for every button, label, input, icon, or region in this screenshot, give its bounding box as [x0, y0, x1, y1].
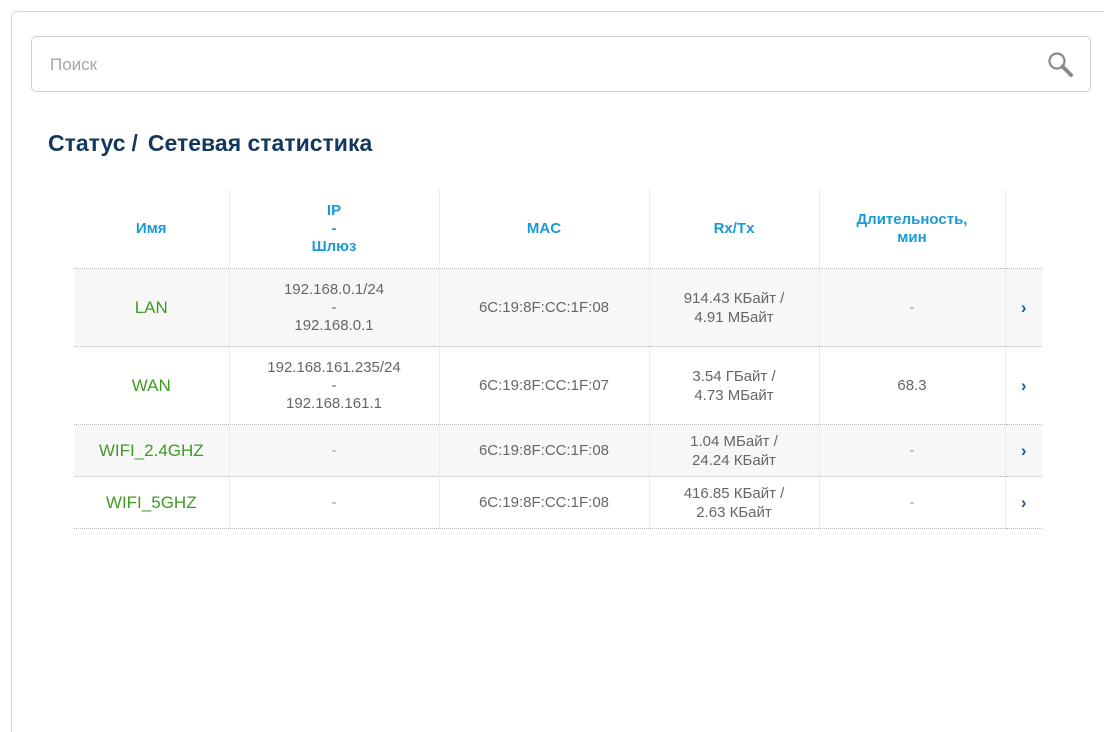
- search-box[interactable]: [31, 36, 1091, 93]
- table-row-wan[interactable]: WAN 192.168.161.235/24 - 192.168.161.1 6…: [74, 346, 1042, 425]
- page-title: Статус / Сетевая статистика: [48, 130, 372, 157]
- row-rx: 416.85 КБайт /: [683, 484, 785, 502]
- network-stats-table: Имя IP - Шлюз MAC Rx/Tx Длительность, ми…: [74, 189, 1042, 529]
- table-row-lan[interactable]: LAN 192.168.0.1/24 - 192.168.0.1 6C:19:8…: [74, 268, 1042, 347]
- content-panel: Статус/ Сетевая статистика Имя IP - Шлюз …: [11, 11, 1104, 732]
- row-gateway: 192.168.161.1: [286, 394, 382, 412]
- breadcrumb-page: Сетевая статистика: [147, 130, 373, 156]
- row-ip-gateway: 192.168.0.1/24 - 192.168.0.1: [228, 268, 439, 347]
- row-tx: 4.91 МБайт: [694, 308, 774, 326]
- row-ip-separator: -: [331, 376, 337, 394]
- breadcrumb-separator: /: [131, 130, 138, 156]
- row-ip-separator: -: [331, 298, 337, 316]
- breadcrumb-section[interactable]: Статус: [48, 130, 126, 156]
- row-mac: 6C:19:8F:CC:1F:08: [438, 268, 649, 347]
- row-tx: 4.73 МБайт: [694, 386, 774, 404]
- row-mac: 6C:19:8F:CC:1F:08: [438, 476, 649, 529]
- table-row-wifi-2-4ghz[interactable]: WIFI_2.4GHZ - 6C:19:8F:CC:1F:08 1.04 МБа…: [74, 424, 1042, 477]
- row-gateway: 192.168.0.1: [294, 316, 374, 334]
- chevron-right-icon[interactable]: ›: [1004, 268, 1042, 347]
- row-ip-gateway: -: [228, 424, 439, 477]
- row-tx: 2.63 КБайт: [696, 503, 772, 521]
- header-duration-unit: мин: [897, 228, 927, 246]
- row-ip-gateway: -: [228, 476, 439, 529]
- row-rxtx: 1.04 МБайт / 24.24 КБайт: [648, 424, 819, 477]
- chevron-right-icon[interactable]: ›: [1004, 424, 1042, 477]
- row-ip: 192.168.0.1/24: [283, 280, 385, 298]
- header-duration: Длительность, мин: [818, 189, 1005, 269]
- row-duration: -: [818, 424, 1005, 477]
- row-rxtx: 416.85 КБайт / 2.63 КБайт: [648, 476, 819, 529]
- row-tx: 24.24 КБайт: [692, 451, 776, 469]
- table-row-wifi-5ghz[interactable]: WIFI_5GHZ - 6C:19:8F:CC:1F:08 416.85 КБа…: [74, 476, 1042, 529]
- chevron-right-icon[interactable]: ›: [1004, 346, 1042, 425]
- row-duration: -: [818, 268, 1005, 347]
- row-mac: 6C:19:8F:CC:1F:07: [438, 346, 649, 425]
- row-name: LAN: [74, 268, 229, 347]
- row-rx: 914.43 КБайт /: [683, 289, 785, 307]
- row-ip-gateway: 192.168.161.235/24 - 192.168.161.1: [228, 346, 439, 425]
- row-name: WIFI_5GHZ: [74, 476, 229, 529]
- row-ip: 192.168.161.235/24: [267, 358, 401, 376]
- row-rxtx: 3.54 ГБайт / 4.73 МБайт: [648, 346, 819, 425]
- row-name: WIFI_2.4GHZ: [74, 424, 229, 477]
- table-header-row: Имя IP - Шлюз MAC Rx/Tx Длительность, ми…: [74, 189, 1042, 269]
- header-duration-label: Длительность,: [856, 210, 968, 228]
- search-icon[interactable]: [1046, 50, 1076, 80]
- row-mac: 6C:19:8F:CC:1F:08: [438, 424, 649, 477]
- header-gateway: Шлюз: [311, 237, 357, 255]
- header-rxtx: Rx/Tx: [648, 189, 819, 269]
- search-input[interactable]: [48, 37, 1032, 93]
- row-duration: -: [818, 476, 1005, 529]
- row-duration: 68.3: [818, 346, 1005, 425]
- header-name: Имя: [135, 219, 167, 237]
- header-ip-separator: -: [331, 219, 337, 237]
- chevron-right-icon[interactable]: ›: [1004, 476, 1042, 529]
- row-rx: 3.54 ГБайт /: [692, 367, 776, 385]
- header-ip: IP: [326, 201, 342, 219]
- row-rx: 1.04 МБайт /: [690, 432, 778, 450]
- header-ip-gateway: IP - Шлюз: [228, 189, 439, 269]
- row-rxtx: 914.43 КБайт / 4.91 МБайт: [648, 268, 819, 347]
- row-name: WAN: [74, 346, 229, 425]
- header-actions: [1004, 189, 1042, 269]
- header-mac: MAC: [438, 189, 649, 269]
